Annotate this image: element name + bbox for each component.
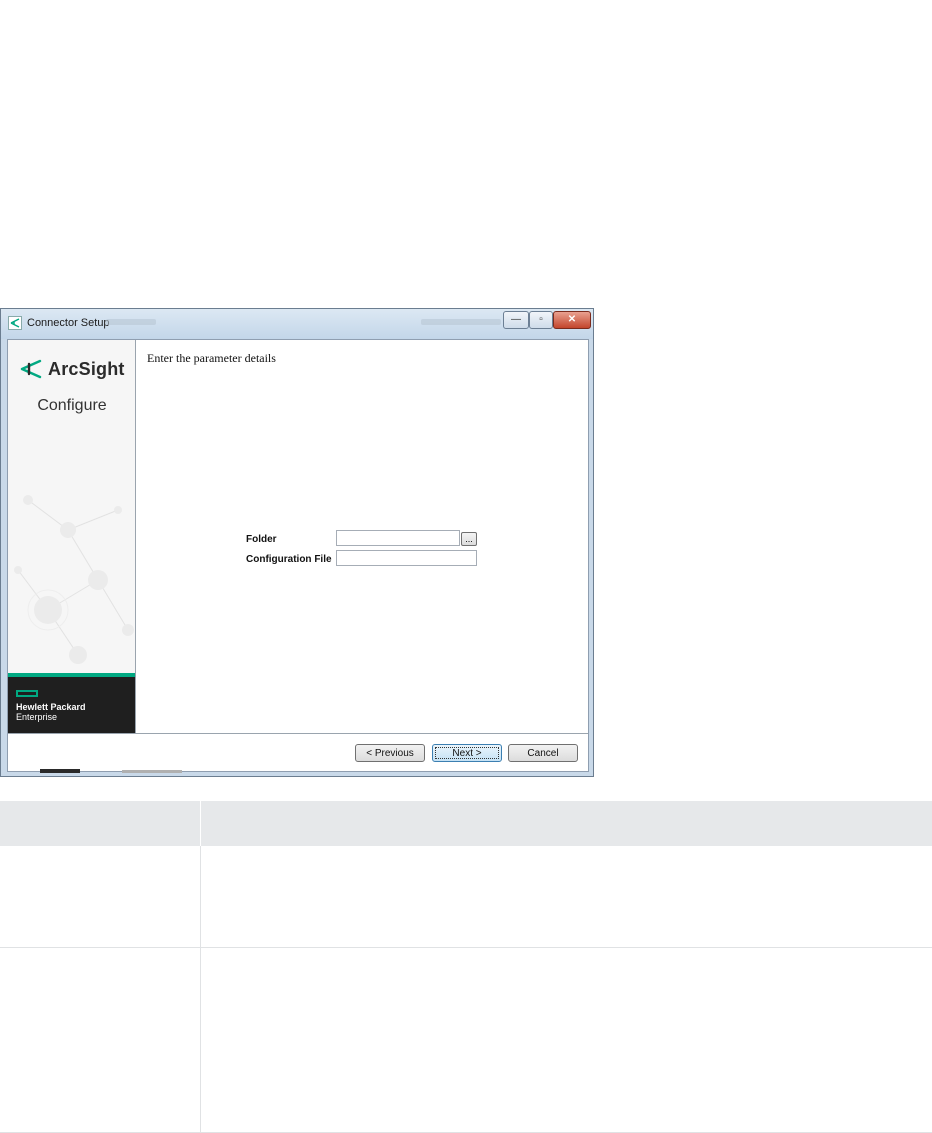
sidebar: ArcSight Configure Hewlett Packard Enter… (8, 340, 136, 733)
step-label: Configure (37, 397, 107, 414)
maximize-icon: ▫ (539, 314, 543, 325)
next-button[interactable]: Next > (432, 744, 502, 762)
table-header-row (0, 801, 932, 846)
close-button[interactable]: ✕ (553, 311, 591, 329)
table-cell (200, 947, 932, 1133)
background-window-ghost (421, 319, 501, 325)
brand-name: Hewlett Packard (16, 702, 86, 712)
taskbar-fragment (122, 770, 182, 773)
table-row (0, 846, 932, 948)
panel-heading: Enter the parameter details (147, 351, 276, 365)
maximize-button[interactable]: ▫ (529, 311, 553, 329)
table-header-parameter (0, 801, 201, 846)
table-cell (200, 846, 932, 948)
arcsight-app-icon (8, 316, 22, 330)
parameter-panel: Enter the parameter details Folder ... C… (136, 340, 588, 733)
title-bar[interactable]: Connector Setup — ▫ ✕ (1, 309, 593, 339)
hpe-brand-bar: Hewlett Packard Enterprise (8, 673, 135, 733)
background-window-ghost (106, 319, 156, 325)
previous-button[interactable]: < Previous (355, 744, 425, 762)
brand-sub: Enterprise (16, 712, 58, 722)
arcsight-logo: ArcSight (20, 358, 125, 380)
hpe-logo-icon (16, 690, 38, 697)
table-row (0, 947, 932, 1133)
close-icon: ✕ (567, 314, 577, 325)
dialog-client-area: ArcSight Configure Hewlett Packard Enter… (7, 339, 589, 772)
parameter-table (0, 801, 932, 1133)
table-cell (0, 846, 201, 948)
minimize-icon: — (511, 314, 521, 325)
wizard-footer: < Previous Next > Cancel (8, 733, 588, 771)
connector-setup-window: Connector Setup — ▫ ✕ ArcSight Configure (0, 308, 594, 777)
folder-input[interactable] (336, 530, 460, 546)
configuration-file-label: Configuration File (246, 554, 332, 565)
table-header-description (200, 801, 932, 846)
window-title: Connector Setup (27, 317, 110, 329)
table-cell (0, 947, 201, 1133)
browse-folder-button[interactable]: ... (461, 532, 477, 546)
minimize-button[interactable]: — (503, 311, 529, 329)
taskbar-fragment (40, 769, 80, 773)
network-decoration (14, 495, 134, 664)
folder-label: Folder (246, 534, 277, 545)
cancel-button[interactable]: Cancel (508, 744, 578, 762)
logo-text: ArcSight (48, 358, 125, 379)
arcsight-logo-icon (20, 359, 42, 379)
configuration-file-input[interactable] (336, 550, 477, 566)
